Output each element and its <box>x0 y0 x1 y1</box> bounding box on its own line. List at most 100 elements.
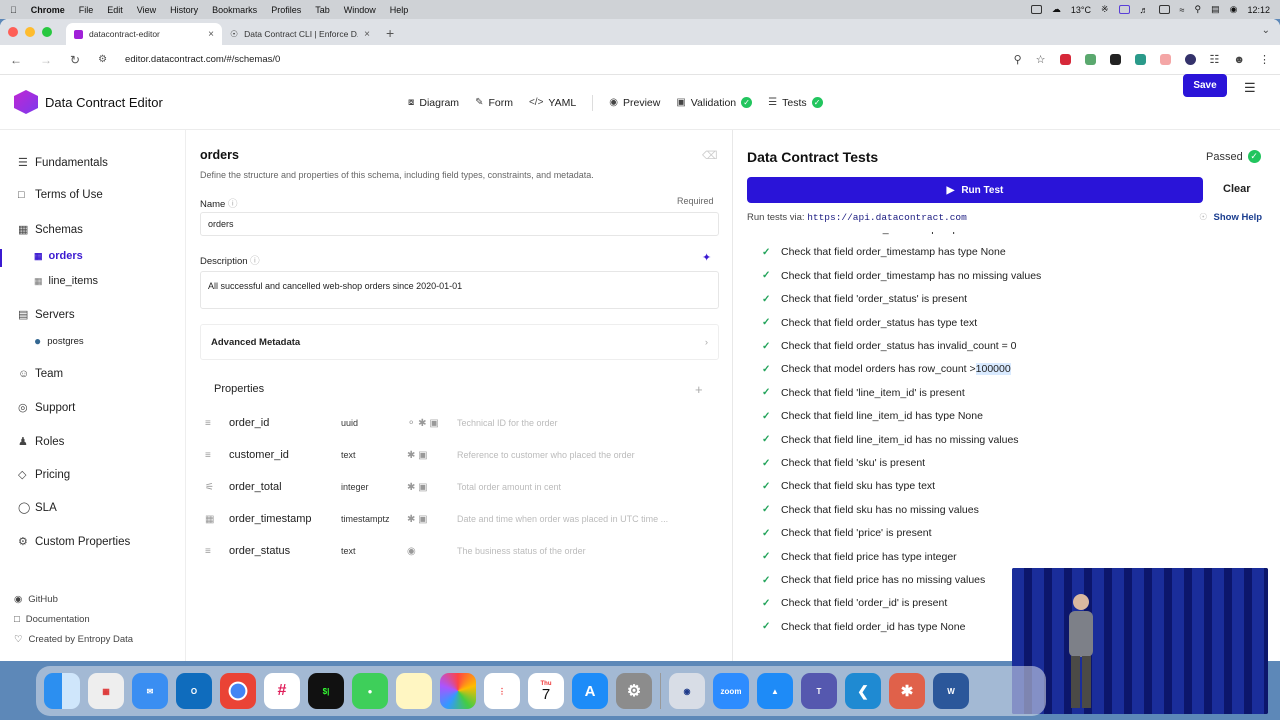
wifi-icon[interactable]: ≈ <box>1180 5 1185 15</box>
tab-tests[interactable]: ☰ Tests ✓ <box>768 97 823 109</box>
extension-icon[interactable] <box>1109 54 1121 65</box>
run-test-button[interactable]: ▶ Run Test <box>747 177 1203 203</box>
sidebar-item-line-items[interactable]: ▦ line_items <box>34 275 98 287</box>
hamburger-menu-icon[interactable]: ☰ <box>1244 80 1256 96</box>
extensions-puzzle-icon[interactable]: ☷ <box>1210 53 1220 66</box>
menu-history[interactable]: History <box>170 5 198 15</box>
close-window-button[interactable] <box>8 27 18 37</box>
property-row[interactable]: ≡ order_status text ◉ The business statu… <box>205 540 715 562</box>
site-info-icon[interactable]: ⚙ <box>98 54 107 65</box>
bookmark-star-icon[interactable]: ☆ <box>1036 53 1046 66</box>
menu-tab[interactable]: Tab <box>315 5 330 15</box>
property-row[interactable]: ⚟ order_total integer ✱ ▣ Total order am… <box>205 476 715 498</box>
terminal-icon[interactable]: $| <box>308 673 344 709</box>
volume-icon[interactable]: ♬ <box>1140 5 1149 15</box>
sidebar-item-schemas[interactable]: ▦ Schemas <box>18 223 83 237</box>
browser-tab-editor[interactable]: datacontract-editor × <box>66 23 222 45</box>
github-link[interactable]: ◉ GitHub <box>14 594 58 605</box>
system-settings-icon[interactable]: ⚙ <box>616 673 652 709</box>
keynote-icon[interactable]: ▲ <box>757 673 793 709</box>
slack-icon[interactable]: # <box>264 673 300 709</box>
description-field[interactable]: All successful and cancelled web-shop or… <box>200 271 719 309</box>
sidebar-item-sla[interactable]: ◯ SLA <box>18 501 57 515</box>
tab-search-chevron-icon[interactable]: ⌄ <box>1262 25 1270 36</box>
add-property-icon[interactable]: + <box>695 382 703 397</box>
tab-form[interactable]: ✎ Form <box>475 97 513 109</box>
search-icon[interactable]: ⚲ <box>1195 4 1202 15</box>
url-field[interactable]: editor.datacontract.com/#/schemas/0 <box>125 54 280 65</box>
tab-diagram[interactable]: ⧇ Diagram <box>408 97 459 109</box>
chrome-icon[interactable] <box>220 673 256 709</box>
status-icon[interactable] <box>1030 5 1042 14</box>
menubar-clock[interactable]: 12:12 <box>1247 5 1270 15</box>
property-row[interactable]: ≡ customer_id text ✱ ▣ Reference to cust… <box>205 444 715 466</box>
entropy-data-link[interactable]: ♡ Created by Entropy Data <box>14 634 133 645</box>
new-tab-button[interactable]: + <box>386 25 394 41</box>
mail-icon[interactable]: ✉ <box>132 673 168 709</box>
apple-icon[interactable]:  <box>10 5 17 15</box>
sidebar-item-roles[interactable]: ♟ Roles <box>18 435 64 449</box>
name-field[interactable]: orders <box>200 212 719 236</box>
zoom-icon[interactable]: zoom <box>713 673 749 709</box>
back-arrow-icon[interactable]: ← <box>10 53 22 67</box>
info-icon[interactable]: ⓘ <box>228 199 238 210</box>
sidebar-item-servers[interactable]: ▤ Servers <box>18 308 75 322</box>
extension-icon[interactable] <box>1059 54 1071 65</box>
browser-tab-cli[interactable]: ☉ Data Contract CLI | Enforce D... × <box>222 23 378 45</box>
show-help-button[interactable]: ☉ Show Help <box>1199 212 1262 223</box>
notes-icon[interactable] <box>396 673 432 709</box>
menu-profiles[interactable]: Profiles <box>271 5 301 15</box>
menu-view[interactable]: View <box>137 5 156 15</box>
menu-file[interactable]: File <box>79 5 94 15</box>
sidebar-item-custom-properties[interactable]: ⚙ Custom Properties <box>18 535 130 549</box>
minimize-window-button[interactable] <box>25 27 35 37</box>
profile-avatar[interactable]: ☻ <box>1233 54 1245 66</box>
menu-edit[interactable]: Edit <box>107 5 123 15</box>
trash-icon[interactable]: ⌫ <box>702 149 718 162</box>
menu-bookmarks[interactable]: Bookmarks <box>212 5 257 15</box>
kebab-menu-icon[interactable]: ⋮ <box>1259 53 1270 66</box>
sidebar-item-support[interactable]: ◎ Support <box>18 401 75 415</box>
extension-icon[interactable] <box>1184 54 1196 65</box>
zoom-window-button[interactable] <box>42 27 52 37</box>
sidebar-item-team[interactable]: ☺ Team <box>18 368 63 380</box>
reload-icon[interactable]: ↻ <box>70 53 80 67</box>
advanced-metadata-toggle[interactable]: Advanced Metadata › <box>200 324 719 360</box>
clear-button[interactable]: Clear <box>1223 183 1251 195</box>
privacy-app-icon[interactable]: ◉ <box>669 673 705 709</box>
sidebar-item-terms-of-use[interactable]: □ Terms of Use <box>18 189 103 201</box>
finder-icon[interactable] <box>44 673 80 709</box>
tab-preview[interactable]: ◉ Preview <box>609 97 660 109</box>
messages-icon[interactable]: ● <box>352 673 388 709</box>
sidebar-item-postgres[interactable]: ● postgres <box>34 334 84 348</box>
weather-temperature[interactable]: 13°C <box>1071 5 1091 15</box>
sidebar-item-pricing[interactable]: ◇ Pricing <box>18 468 70 482</box>
bluetooth-icon[interactable]: ※ <box>1101 4 1109 15</box>
launchpad-icon[interactable]: ▦ <box>88 673 124 709</box>
menu-app-name[interactable]: Chrome <box>31 5 65 15</box>
reminders-icon[interactable]: ⋮ <box>484 673 520 709</box>
screen-icon[interactable] <box>1118 5 1130 14</box>
extension-icon[interactable] <box>1159 54 1171 65</box>
outlook-icon[interactable]: O <box>176 673 212 709</box>
drag-handle-icon[interactable]: ≡ <box>205 418 229 429</box>
claude-icon[interactable]: ✱ <box>889 673 925 709</box>
control-center-icon[interactable]: ▤ <box>1211 4 1220 15</box>
property-row[interactable]: ▦ order_timestamp timestamptz ✱ ▣ Date a… <box>205 508 715 530</box>
close-tab-icon[interactable]: × <box>208 29 214 40</box>
tab-validation[interactable]: ▣ Validation ✓ <box>676 97 753 109</box>
vscode-icon[interactable]: ❮ <box>845 673 881 709</box>
teams-icon[interactable]: T <box>801 673 837 709</box>
cloud-icon[interactable]: ☁ <box>1052 4 1061 15</box>
menu-help[interactable]: Help <box>390 5 409 15</box>
app-store-icon[interactable]: A <box>572 673 608 709</box>
menu-window[interactable]: Window <box>344 5 376 15</box>
word-icon[interactable]: W <box>933 673 969 709</box>
battery-icon[interactable] <box>1158 5 1170 14</box>
calendar-icon[interactable]: Thu 7 <box>528 673 564 709</box>
extension-icon[interactable] <box>1084 54 1096 65</box>
ai-sparkle-icon[interactable]: ✦ <box>702 251 711 264</box>
api-url[interactable]: https://api.datacontract.com <box>807 212 967 223</box>
sidebar-item-fundamentals[interactable]: ☰ Fundamentals <box>18 156 108 170</box>
siri-icon[interactable]: ◉ <box>1230 4 1238 15</box>
